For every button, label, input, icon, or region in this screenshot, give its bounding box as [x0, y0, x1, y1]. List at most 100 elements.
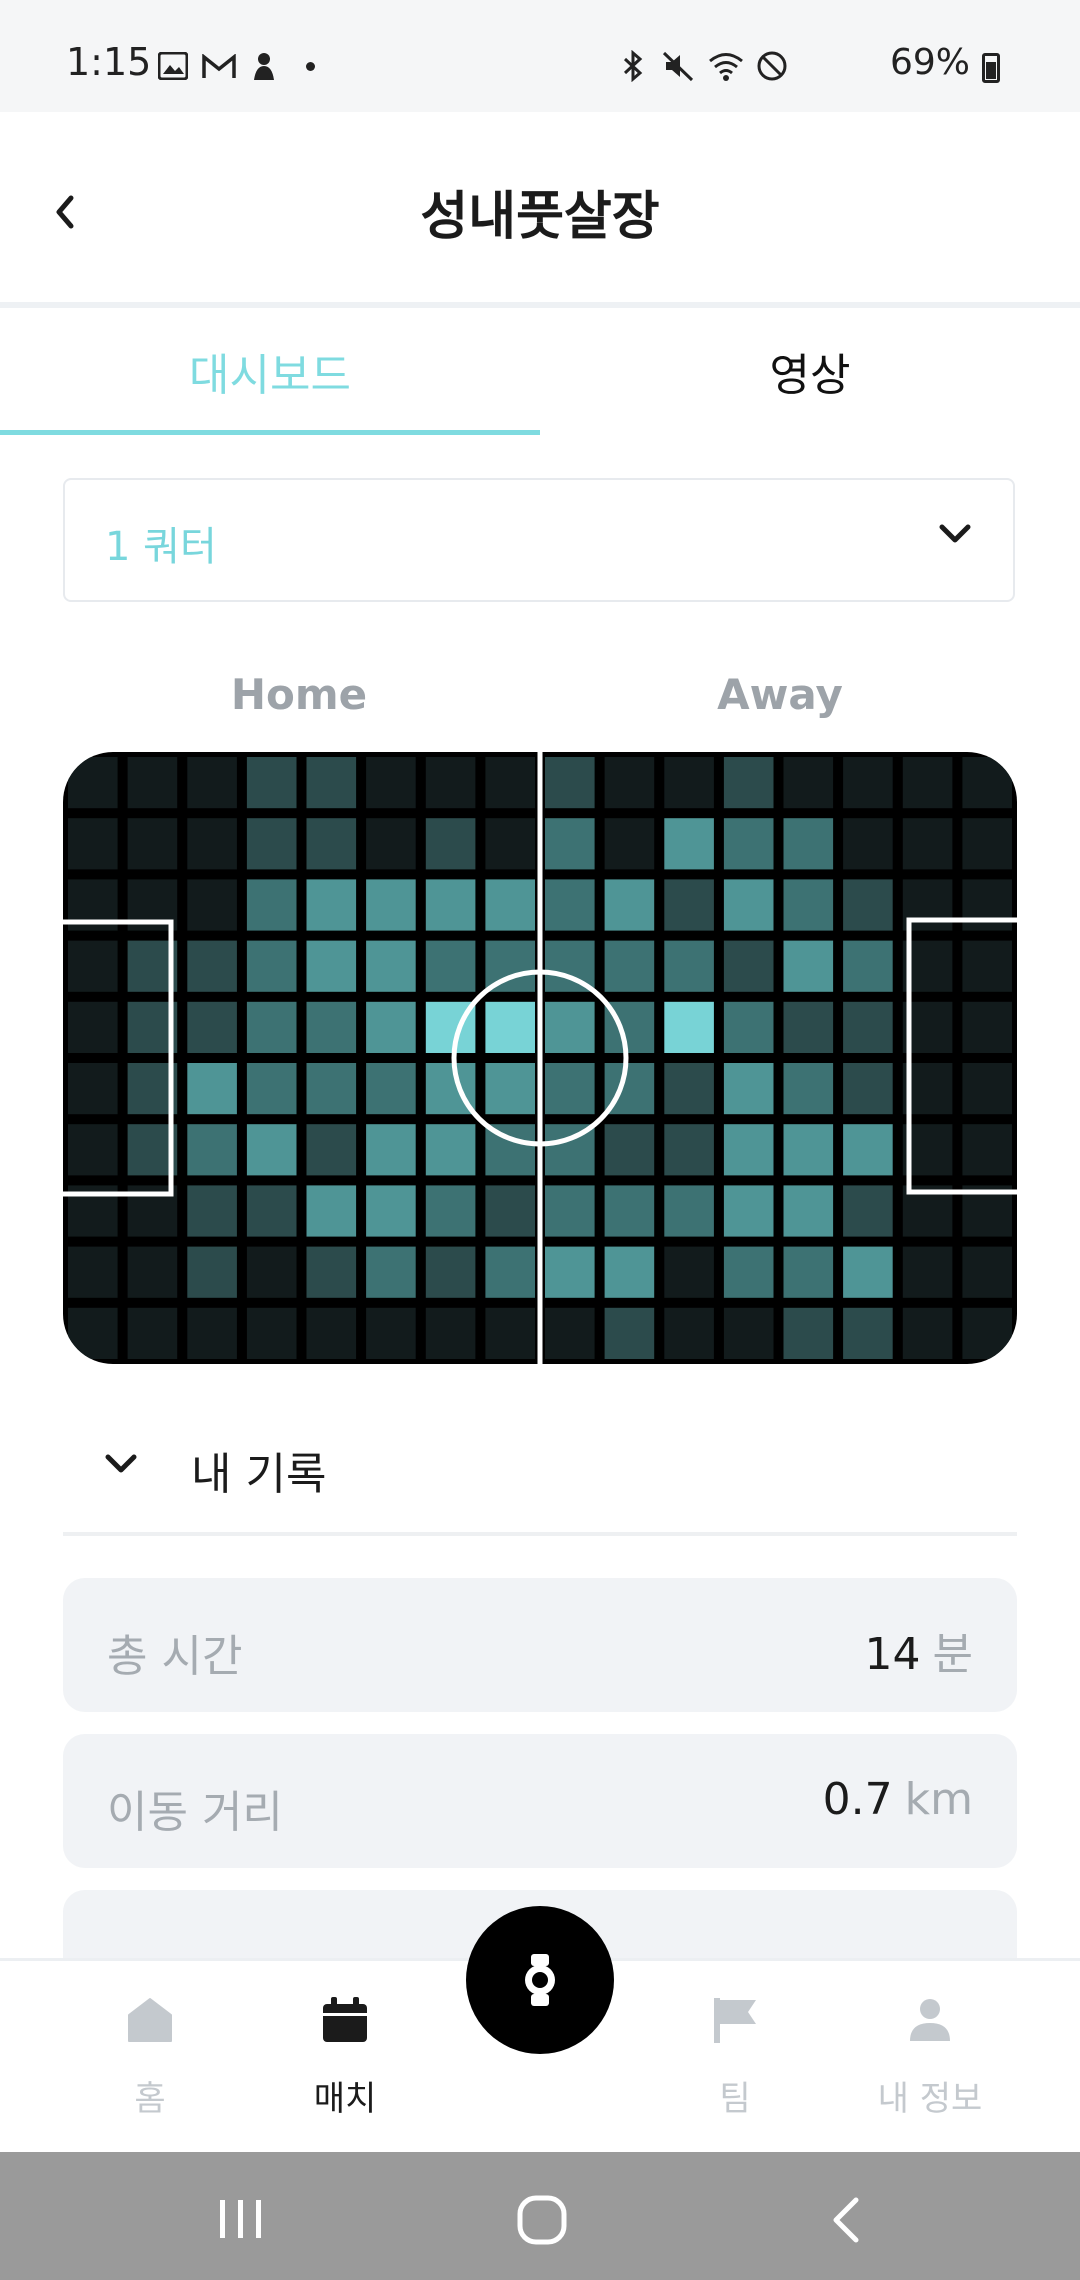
heatmap-cell — [843, 757, 893, 809]
battery-icon — [982, 53, 1000, 83]
heatmap-cell — [485, 1185, 535, 1237]
active-tab-indicator — [0, 430, 540, 435]
heatmap-cell — [604, 1307, 655, 1359]
heatmap-cell — [962, 818, 1012, 870]
heatmap-cell — [783, 1063, 834, 1115]
heatmap-cell — [366, 1001, 416, 1053]
nav-label: 내 정보 — [877, 2079, 983, 2119]
heatmap-cell — [902, 818, 953, 870]
heatmap-cell — [246, 1185, 297, 1237]
nav-item-home[interactable]: 홈 — [60, 1961, 240, 2155]
heatmap-cell — [366, 1063, 416, 1115]
heatmap-cell — [783, 757, 834, 809]
nav-label: 홈 — [134, 2079, 166, 2119]
nav-item-profile[interactable]: 내 정보 — [840, 1961, 1020, 2155]
nav-label: 팀 — [719, 2079, 751, 2119]
heatmap-cell — [723, 757, 774, 809]
nav-item-match[interactable]: 매치 — [255, 1961, 435, 2155]
heatmap-cell — [783, 940, 834, 992]
heatmap-cell — [366, 1124, 416, 1176]
heatmap-cell — [187, 940, 237, 992]
heatmap-cell — [68, 1124, 118, 1176]
heatmap-cell — [962, 879, 1012, 931]
heatmap-cell — [843, 1063, 893, 1115]
heatmap-cell — [306, 879, 357, 931]
tab-dashboard[interactable]: 대시보드 — [0, 308, 540, 434]
heatmap-cell — [485, 1307, 535, 1359]
heatmap-cell — [68, 1246, 118, 1298]
heatmap-cell — [306, 1307, 357, 1359]
dnd-icon — [757, 51, 787, 81]
heatmap-cell — [843, 818, 893, 870]
heatmap-cell — [485, 1001, 535, 1053]
heatmap-cell — [604, 1246, 655, 1298]
heatmap-cell — [485, 1063, 535, 1115]
recents-icon[interactable] — [216, 2196, 266, 2242]
heatmap-cell — [127, 757, 178, 809]
heatmap-cell — [843, 879, 893, 931]
heatmap-cell — [843, 1124, 893, 1176]
flag-icon — [714, 1998, 756, 2043]
heatmap-cell — [246, 940, 297, 992]
app-header: 성내풋살장 — [0, 112, 1080, 308]
heatmap-cell — [545, 1185, 595, 1237]
stat-unit: km — [904, 1774, 973, 1825]
person-icon — [910, 1999, 950, 2041]
heatmap-cell — [187, 1246, 237, 1298]
heatmap-cell — [246, 1307, 297, 1359]
heatmap-cell — [366, 1185, 416, 1237]
heatmap-cell — [246, 1124, 297, 1176]
nav-label: 매치 — [313, 2079, 377, 2119]
heatmap-cell — [425, 1185, 476, 1237]
heatmap-grid — [63, 752, 1017, 1364]
heatmap-cell — [366, 818, 416, 870]
heatmap-cell — [485, 879, 535, 931]
quarter-select[interactable]: 1 쿼터 — [63, 478, 1015, 602]
heatmap-cell — [545, 1246, 595, 1298]
heatmap-cell — [664, 757, 714, 809]
heatmap-cell — [187, 1063, 237, 1115]
heatmap-cell — [306, 1246, 357, 1298]
heatmap-cell — [425, 1246, 476, 1298]
heatmap-cell — [962, 1246, 1012, 1298]
bluetooth-icon — [623, 50, 643, 82]
my-records-title: 내 기록 — [191, 1449, 327, 1500]
heatmap-cell — [366, 940, 416, 992]
android-nav-bar — [0, 2152, 1080, 2280]
heatmap-cell — [902, 757, 953, 809]
back-icon[interactable] — [826, 2194, 866, 2246]
heatmap-cell — [68, 1307, 118, 1359]
heatmap-cell — [425, 1124, 476, 1176]
my-records-toggle[interactable]: 내 기록 — [63, 1400, 1017, 1536]
heatmap-cell — [962, 1307, 1012, 1359]
heatmap-cell — [306, 940, 357, 992]
heatmap-cell — [68, 1063, 118, 1115]
nav-item-team[interactable]: 팀 — [645, 1961, 825, 2155]
status-time: 1:15 — [66, 40, 152, 84]
tab-video[interactable]: 영상 — [540, 308, 1080, 434]
watch-sync-button[interactable] — [466, 1906, 614, 2054]
heatmap-cell — [246, 1246, 297, 1298]
heatmap-cell — [664, 1246, 714, 1298]
heatmap-cell — [127, 1246, 178, 1298]
notification-icon — [254, 53, 274, 80]
heatmap-cell — [604, 940, 655, 992]
heatmap-cell — [604, 757, 655, 809]
heatmap-cell — [664, 1063, 714, 1115]
mute-icon — [662, 51, 694, 82]
heatmap-cell — [366, 879, 416, 931]
heatmap-cell — [187, 1124, 237, 1176]
heatmap-cell — [306, 818, 357, 870]
heatmap-cell — [723, 879, 774, 931]
heatmap-cell — [962, 1001, 1012, 1053]
heatmap-cell — [783, 1246, 834, 1298]
heatmap-cell — [485, 1246, 535, 1298]
heatmap-cell — [664, 818, 714, 870]
heatmap-cell — [723, 1001, 774, 1053]
heatmap-cell — [68, 940, 118, 992]
home-team-label: Home — [230, 670, 368, 719]
status-bar: 1:15 69% — [0, 0, 1080, 112]
heatmap-cell — [723, 1063, 774, 1115]
heatmap-cell — [962, 1124, 1012, 1176]
home-circle-icon[interactable] — [516, 2194, 568, 2246]
